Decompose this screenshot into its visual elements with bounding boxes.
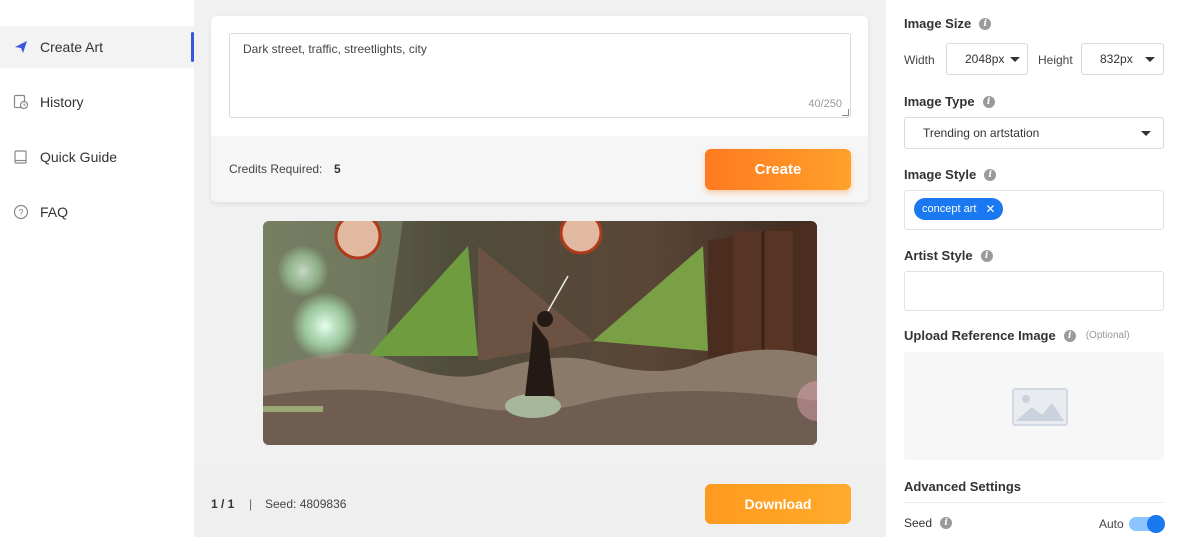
sidebar-item-faq[interactable]: ? FAQ [0,191,194,233]
seed-label: Seed [904,516,933,530]
sidebar-item-create-art[interactable]: Create Art [0,26,194,68]
section-label: Image Size [904,16,972,31]
question-icon: ? [12,203,30,221]
advanced-settings-title: Advanced Settings [904,479,1021,494]
paper-plane-icon [12,38,30,56]
toggle-knob [1147,515,1165,533]
seed-row: Seed i [904,516,953,530]
resize-handle-icon[interactable] [842,109,849,116]
prompt-card: Dark street, traffic, streetlights, city… [211,16,868,202]
info-icon[interactable]: i [979,17,992,30]
optional-label: (Optional) [1085,330,1130,341]
caret-down-icon [1010,56,1021,62]
separator: | [249,497,253,511]
auto-seed-toggle[interactable] [1129,515,1165,533]
sidebar-item-label: Quick Guide [40,149,118,165]
info-icon[interactable]: i [982,95,995,108]
style-tag[interactable]: concept art ✕ [914,198,1004,220]
image-type-title: Image Type i [904,94,995,109]
result-footer: 1 / 1 | Seed: 4809836 Download [194,466,886,537]
svg-text:?: ? [18,208,23,218]
credits-value: 5 [334,162,341,176]
auto-label: Auto [1099,517,1124,531]
caret-down-icon [1144,56,1155,62]
info-icon[interactable]: i [1063,329,1076,342]
prompt-input[interactable]: Dark street, traffic, streetlights, city… [229,33,851,118]
prompt-char-count: 40/250 [808,98,842,110]
info-icon[interactable]: i [980,249,993,262]
credits-label: Credits Required: [229,162,323,176]
image-style-input[interactable]: concept art ✕ [904,190,1164,230]
sidebar-item-quick-guide[interactable]: Quick Guide [0,136,194,178]
book-icon [12,148,30,166]
artist-style-title: Artist Style i [904,248,993,263]
create-button[interactable]: Create [705,149,851,190]
section-label: Image Style [904,167,977,182]
sidebar-item-history[interactable]: History [0,81,194,123]
width-label: Width [904,53,935,67]
main-area: Dark street, traffic, streetlights, city… [194,0,886,537]
page-indicator: 1 / 1 [211,497,235,511]
close-icon[interactable]: ✕ [985,202,995,216]
sidebar-item-label: FAQ [40,204,69,220]
image-placeholder-icon [1012,388,1068,426]
upload-title: Upload Reference Image i (Optional) [904,328,1130,343]
artist-style-input[interactable] [904,271,1164,311]
image-type-select[interactable]: Trending on artstation [904,117,1164,149]
seed-text: Seed: 4809836 [265,497,347,511]
prompt-text: Dark street, traffic, streetlights, city [243,42,427,56]
caret-down-icon [1141,130,1151,136]
settings-panel: Image Size i Width 2048px Height 832px I… [886,0,1180,537]
image-size-title: Image Size i [904,16,992,31]
info-icon[interactable]: i [984,168,997,181]
height-select[interactable]: 832px [1081,43,1164,75]
section-label: Advanced Settings [904,479,1022,494]
width-select[interactable]: 2048px [946,43,1028,75]
style-tag-label: concept art [922,203,977,215]
history-icon [12,93,30,111]
generated-image[interactable] [263,221,817,445]
section-label: Image Type [904,94,975,109]
section-label: Upload Reference Image [904,328,1056,343]
width-value: 2048px [965,52,1005,66]
image-style-title: Image Style i [904,167,997,182]
sidebar-item-label: History [40,94,84,110]
download-button[interactable]: Download [705,484,851,524]
height-value: 832px [1100,52,1133,66]
height-label: Height [1038,53,1073,67]
sidebar-item-label: Create Art [40,39,104,55]
credits-bar: Credits Required: 5 Create [211,136,868,202]
info-icon[interactable]: i [940,517,953,529]
image-type-value: Trending on artstation [923,126,1040,140]
section-label: Artist Style [904,248,973,263]
sidebar: Create Art History Quick Guide ? FAQ [0,0,194,537]
upload-area[interactable] [904,352,1164,460]
divider [904,502,1164,503]
